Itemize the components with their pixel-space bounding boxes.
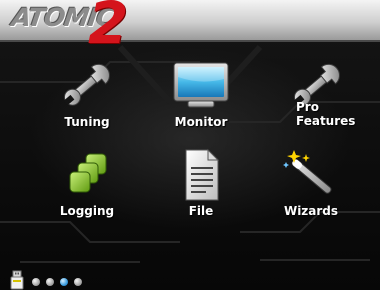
tuning-button[interactable]: Tuning: [32, 57, 142, 139]
wizards-label: Wizards: [283, 204, 339, 218]
home-screen: ATOMIC 2 Tuning Monitor Pro Features Log…: [0, 0, 380, 290]
page-dot-3[interactable]: [60, 278, 68, 286]
file-label: File: [188, 204, 214, 218]
magic-wand-icon: [280, 146, 342, 202]
page-dot-1[interactable]: [32, 278, 40, 286]
page-dot-2[interactable]: [46, 278, 54, 286]
footer-bar: [0, 266, 380, 290]
monitor-label: Monitor: [174, 115, 228, 129]
pro-features-button[interactable]: Pro Features: [256, 57, 366, 139]
tuning-label: Tuning: [64, 115, 110, 129]
header-bar: ATOMIC 2: [0, 0, 380, 52]
stacked-squares-icon: [56, 146, 118, 202]
document-icon: [170, 146, 232, 202]
wrench-icon: [56, 57, 118, 113]
page-dot-4[interactable]: [74, 278, 82, 286]
wizards-button[interactable]: Wizards: [256, 146, 366, 228]
logging-label: Logging: [59, 204, 115, 218]
pro-features-label: Pro Features: [296, 100, 356, 128]
logging-button[interactable]: Logging: [32, 146, 142, 228]
file-button[interactable]: File: [146, 146, 256, 228]
brand-version: 2: [88, 0, 129, 57]
monitor-icon: [170, 57, 232, 113]
monitor-button[interactable]: Monitor: [146, 57, 256, 139]
usb-icon: [10, 270, 24, 290]
